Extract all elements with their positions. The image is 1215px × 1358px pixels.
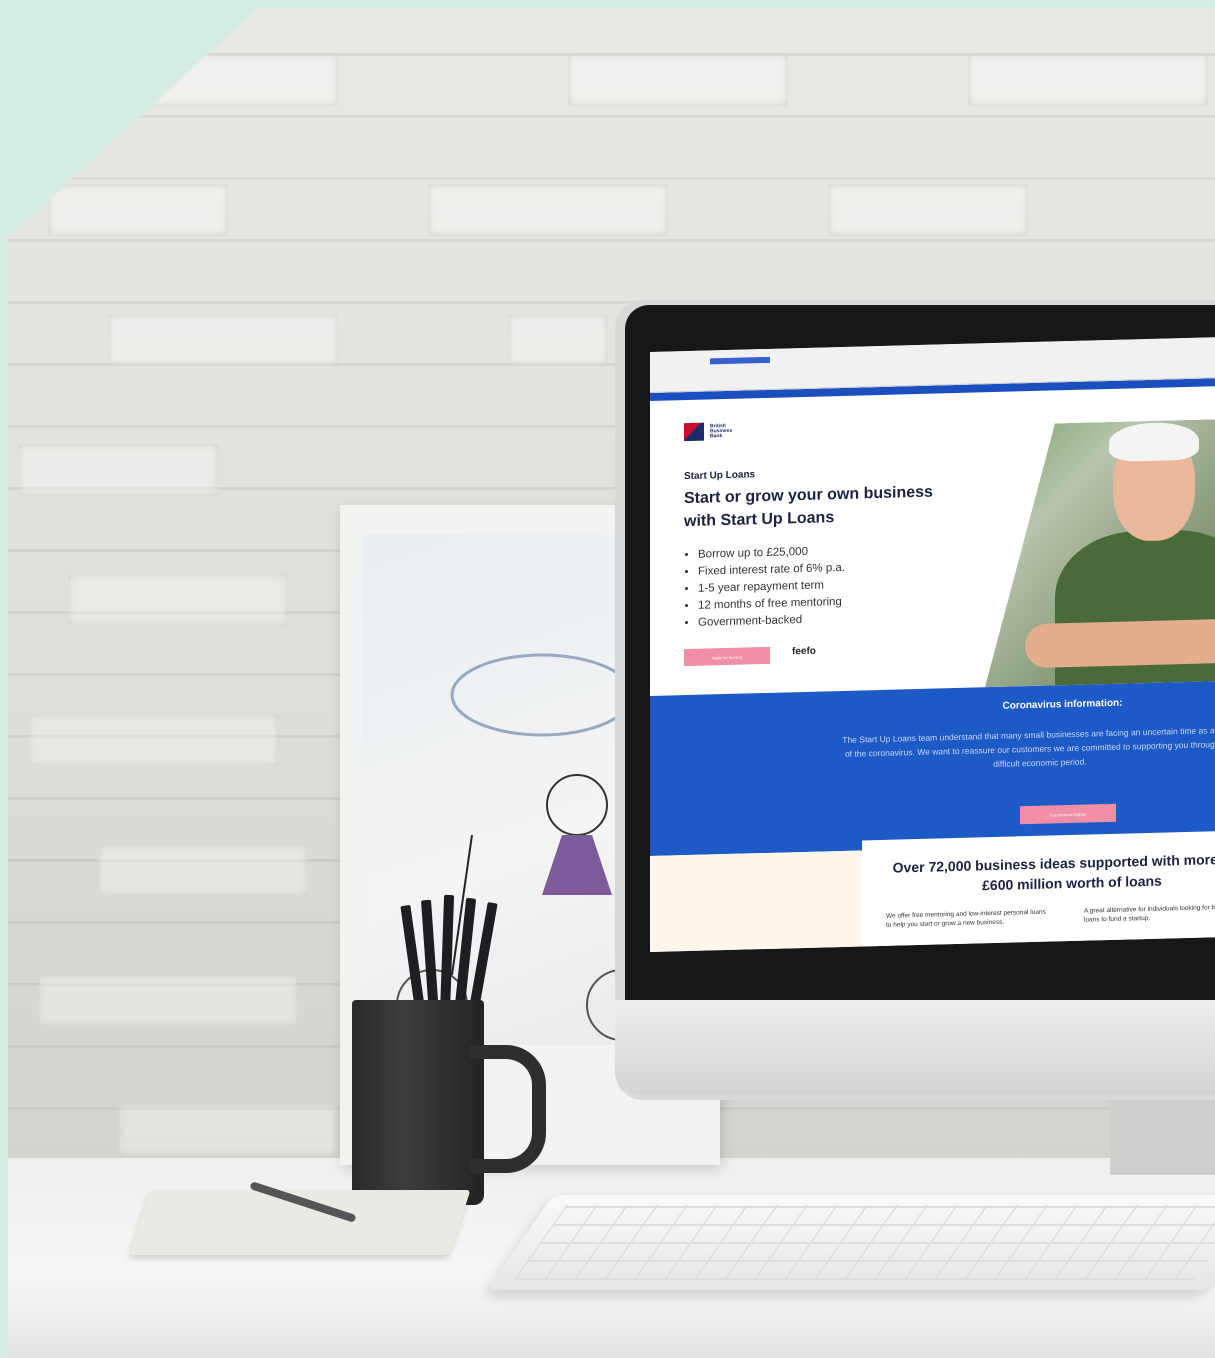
man-hair <box>1109 422 1199 462</box>
address-bar <box>710 356 770 365</box>
feefo-logo: feefo <box>792 646 816 658</box>
man-arms <box>1025 619 1215 668</box>
coronavirus-update-button[interactable]: Coronavirus Update <box>1020 803 1116 825</box>
benefits-list: Borrow up to £25,000 Fixed interest rate… <box>688 543 845 632</box>
monitor-screen: British Business Bank Start Up Loans Sta… <box>650 337 1215 952</box>
page-headline: Start or grow your own business with Sta… <box>684 483 933 531</box>
stats-section: Over 72,000 business ideas supported wit… <box>862 829 1215 952</box>
monitor-chin <box>615 1000 1215 1095</box>
apply-for-funding-button[interactable]: Apply for funding <box>684 646 770 667</box>
keyboard <box>486 1195 1215 1290</box>
black-mug <box>352 1000 484 1205</box>
feefo-text: feefo <box>792 645 816 658</box>
page-kicker: Start Up Loans <box>684 469 756 483</box>
coronavirus-section: Coronavirus information: The Start Up Lo… <box>650 681 1215 856</box>
mug-handle <box>470 1045 546 1173</box>
stats-title: Over 72,000 business ideas supported wit… <box>892 850 1215 894</box>
keyboard-keys <box>513 1205 1215 1280</box>
monitor-stand <box>1110 1095 1215 1175</box>
coronavirus-title: Coronavirus information: <box>1002 697 1123 712</box>
flag-icon <box>684 422 704 442</box>
logo-text: British Business Bank <box>710 422 733 439</box>
hero-photo <box>985 419 1215 687</box>
cream-panel <box>650 850 862 952</box>
list-item: Government-backed <box>698 611 845 632</box>
stats-column-1: We offer free mentoring and low-interest… <box>886 908 1046 929</box>
british-business-bank-logo: British Business Bank <box>684 422 733 442</box>
man-shirt <box>1055 528 1215 693</box>
coronavirus-text: The Start Up Loans team understand that … <box>842 724 1215 770</box>
stats-column-2: A great alternative for individuals look… <box>1084 903 1215 924</box>
